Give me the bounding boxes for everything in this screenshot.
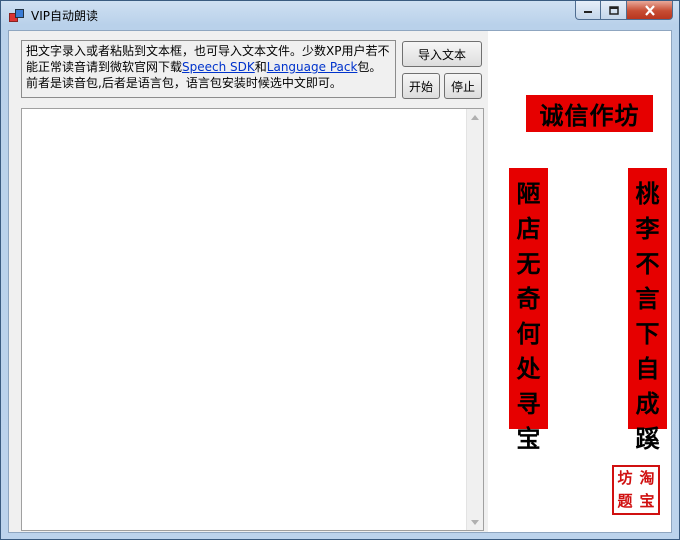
couplet-char: 奇 bbox=[516, 284, 541, 313]
instructions-text-2: 和 bbox=[254, 60, 267, 74]
couplet-char: 下 bbox=[635, 319, 660, 348]
caption-buttons bbox=[575, 1, 673, 20]
couplet-char: 店 bbox=[516, 214, 541, 243]
right-couplet: 桃 李 不 言 下 自 成 蹊 bbox=[628, 168, 667, 453]
decoration-panel: 诚信作坊 陋 店 无 奇 何 处 寻 宝 桃 李 不 言 下 自 成 蹊 坊 淘… bbox=[488, 31, 671, 532]
couplet-char: 何 bbox=[516, 319, 541, 348]
couplet-char: 蹊 bbox=[635, 424, 660, 453]
seal-char: 题 bbox=[617, 492, 633, 510]
couplet-char: 陋 bbox=[516, 179, 541, 208]
seal-char: 淘 bbox=[639, 469, 655, 487]
left-couplet: 陋 店 无 奇 何 处 寻 宝 bbox=[509, 168, 548, 453]
maximize-button[interactable] bbox=[601, 1, 627, 20]
seal-char: 宝 bbox=[639, 492, 655, 510]
couplet-char: 宝 bbox=[516, 424, 541, 453]
import-text-button[interactable]: 导入文本 bbox=[402, 41, 482, 67]
couplet-char: 不 bbox=[635, 249, 660, 278]
minimize-icon bbox=[584, 11, 592, 13]
horizontal-banner: 诚信作坊 bbox=[526, 95, 653, 132]
vertical-scrollbar[interactable] bbox=[466, 109, 483, 530]
seal-stamp: 坊 淘 题 宝 bbox=[612, 465, 660, 515]
start-button[interactable]: 开始 bbox=[402, 73, 440, 99]
language-pack-link[interactable]: Language Pack bbox=[267, 60, 358, 74]
chevron-down-icon bbox=[471, 519, 479, 525]
instructions-box: 把文字录入或者粘贴到文本框，也可导入文本文件。少数XP用户若不能正常读音请到微软… bbox=[21, 40, 396, 98]
scroll-up-arrow[interactable] bbox=[467, 109, 483, 125]
couplet-char: 言 bbox=[635, 284, 660, 313]
speech-sdk-link[interactable]: Speech SDK bbox=[182, 60, 255, 74]
scroll-down-arrow[interactable] bbox=[467, 514, 483, 530]
client-area: 把文字录入或者粘贴到文本框，也可导入文本文件。少数XP用户若不能正常读音请到微软… bbox=[8, 30, 672, 533]
close-button[interactable] bbox=[627, 1, 673, 20]
minimize-button[interactable] bbox=[575, 1, 601, 20]
couplet-char: 处 bbox=[516, 354, 541, 383]
app-icon bbox=[9, 9, 24, 22]
couplet-char: 寻 bbox=[516, 389, 541, 418]
close-icon bbox=[644, 4, 655, 16]
couplet-char: 自 bbox=[635, 354, 660, 383]
maximize-icon bbox=[608, 5, 619, 15]
window-title: VIP自动朗读 bbox=[31, 9, 98, 23]
text-input-area[interactable] bbox=[21, 108, 484, 531]
title-bar[interactable]: VIP自动朗读 bbox=[1, 1, 679, 29]
couplet-char: 无 bbox=[516, 249, 541, 278]
seal-char: 坊 bbox=[617, 469, 633, 487]
couplet-char: 李 bbox=[635, 214, 660, 243]
stop-button[interactable]: 停止 bbox=[444, 73, 482, 99]
chevron-up-icon bbox=[471, 114, 479, 120]
couplet-char: 成 bbox=[635, 389, 660, 418]
app-window: VIP自动朗读 把文字录入或者粘贴到文本框，也可导入文本文件。少数XP用户若不能… bbox=[0, 0, 680, 540]
couplet-char: 桃 bbox=[635, 179, 660, 208]
